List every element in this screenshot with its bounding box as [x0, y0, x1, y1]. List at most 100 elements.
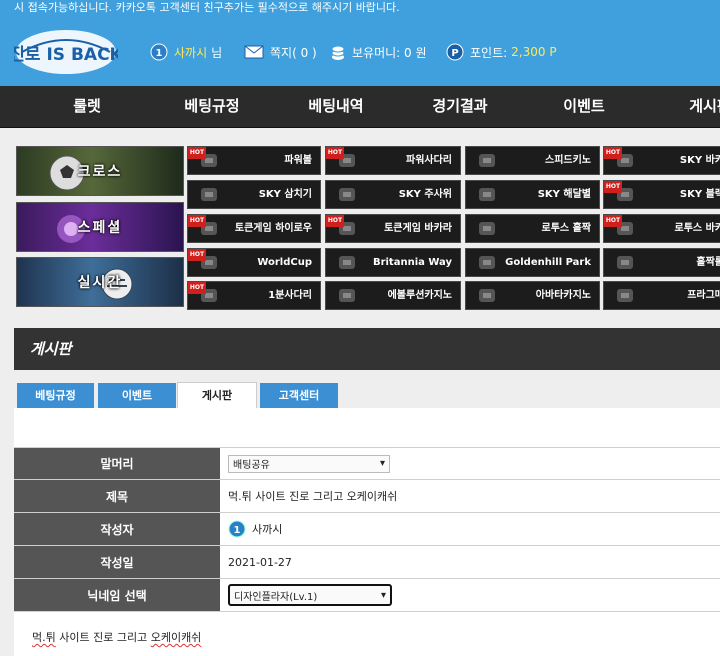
nav-item-roulette[interactable]: 룰렛	[73, 86, 101, 127]
svg-text:1: 1	[234, 525, 241, 536]
game-label: SKY 주사위	[398, 189, 452, 200]
tab-board[interactable]: 게시판	[177, 382, 257, 409]
message-label: 쪽지( 0 )	[270, 45, 317, 60]
game-tile[interactable]: Goldenhill Park	[465, 248, 600, 277]
money-label: 보유머니: 0 원	[352, 45, 427, 60]
sky-icon	[201, 188, 217, 201]
game-label: 에볼루션카지노	[387, 290, 452, 301]
header-select[interactable]: 배팅공유 ▾	[228, 454, 390, 473]
game-label: SKY 바카	[679, 155, 720, 166]
play-icon	[617, 289, 633, 302]
money-info: 보유머니: 0 원	[330, 42, 427, 62]
game-tile[interactable]: HOT 토큰게임 하이로우	[187, 214, 321, 243]
game-tile[interactable]: 아바타카지노	[465, 281, 600, 310]
user-info: 1 사까시 님	[150, 42, 222, 62]
hot-badge: HOT	[188, 147, 206, 159]
hot-badge: HOT	[326, 147, 344, 159]
keno-icon	[479, 154, 495, 167]
form-row-subject: 제목 먹.튀 사이트 진로 그리고 오케이캐쉬	[14, 480, 720, 513]
points-value: 2,300 P	[511, 45, 557, 59]
category-label: 크로스	[77, 164, 123, 180]
game-tile[interactable]: 스피드키노	[465, 146, 600, 175]
category-live[interactable]: 실시간	[16, 257, 184, 307]
game-label: Goldenhill Park	[505, 257, 591, 268]
game-tile[interactable]: 홀짝롤	[603, 248, 720, 277]
evolution-icon	[339, 289, 355, 302]
game-tile[interactable]: HOT 1분사다리	[187, 281, 321, 310]
game-label: 1분사다리	[268, 290, 312, 301]
tab-events[interactable]: 이벤트	[98, 383, 176, 408]
category-special[interactable]: 스페셜	[16, 202, 184, 252]
game-tile[interactable]: SKY 주사위	[325, 180, 461, 209]
form-row-author: 작성자 1 사까시	[14, 513, 720, 546]
level-badge-icon: 1	[228, 520, 246, 538]
game-tile[interactable]: 프라그매	[603, 281, 720, 310]
bet365-icon	[339, 256, 355, 269]
game-tile[interactable]: HOT WorldCup	[187, 248, 321, 277]
date-label: 작성일	[14, 546, 220, 578]
game-tile[interactable]: 로투스 홀짝	[465, 214, 600, 243]
game-tile[interactable]: SKY 해달별	[465, 180, 600, 209]
nav-item-betting-rules[interactable]: 베팅규정	[184, 86, 239, 127]
envelope-icon	[244, 45, 264, 59]
game-label: 토큰게임 하이로우	[234, 223, 312, 234]
game-label: 아바타카지노	[535, 290, 591, 301]
site-header: 시 접속가능하십니다. 카카오톡 고객센터 친구추가는 필수적으로 해주시기 바…	[0, 0, 720, 86]
post-body-text[interactable]: 먹.튀 사이트 진로 그리고 오케이캐쉬	[32, 629, 201, 645]
board-title: 게시판	[30, 340, 72, 358]
lotus-icon	[479, 222, 495, 235]
points-p-icon: P	[446, 43, 464, 61]
game-tile[interactable]: HOT 파워볼	[187, 146, 321, 175]
header-label: 말머리	[14, 448, 220, 479]
tab-betting-rules[interactable]: 베팅규정	[17, 383, 94, 408]
nav-item-betting-history[interactable]: 베팅내역	[308, 86, 363, 127]
game-label: Britannia Way	[372, 257, 452, 268]
game-label: SKY 삼치기	[258, 189, 312, 200]
hot-badge: HOT	[188, 215, 206, 227]
game-tile[interactable]: SKY 삼치기	[187, 180, 321, 209]
game-label: 로투스 바카	[674, 223, 720, 234]
nav-item-results[interactable]: 경기결과	[432, 86, 487, 127]
username[interactable]: 사까시	[174, 44, 207, 61]
game-label: 스피드키노	[545, 155, 591, 166]
hot-badge: HOT	[604, 215, 622, 227]
form-row-header: 말머리 배팅공유 ▾	[14, 447, 720, 480]
nickname-select[interactable]: 디자인플라자(Lv.1) ▾	[228, 584, 392, 606]
message-link[interactable]: 쪽지( 0 )	[244, 42, 317, 62]
site-logo[interactable]: 진로 IS BACK	[9, 22, 124, 78]
game-label: SKY 블랙	[679, 189, 720, 200]
points-label: 포인트:	[470, 45, 508, 60]
notice-ticker: 시 접속가능하십니다. 카카오톡 고객센터 친구추가는 필수적으로 해주시기 바…	[14, 1, 400, 14]
nickname-label: 닉네임 선택	[14, 579, 220, 611]
game-label: 프라그매	[687, 290, 720, 301]
form-row-date: 작성일 2021-01-27	[14, 546, 720, 579]
game-tile[interactable]: HOT SKY 바카	[603, 146, 720, 175]
author-label: 작성자	[14, 513, 220, 545]
game-label: 토큰게임 바카라	[384, 223, 452, 234]
game-label: 홀짝롤	[696, 257, 720, 268]
nickname-select-value: 디자인플라자(Lv.1)	[234, 591, 318, 603]
category-cross[interactable]: 크로스	[16, 146, 184, 196]
game-tile[interactable]: HOT 토큰게임 바카라	[325, 214, 461, 243]
game-tile[interactable]: HOT 파워사다리	[325, 146, 461, 175]
header-select-value: 배팅공유	[233, 460, 270, 471]
game-tile[interactable]: HOT 로투스 바카	[603, 214, 720, 243]
game-label: WorldCup	[257, 257, 312, 268]
game-tile[interactable]: HOT SKY 블랙	[603, 180, 720, 209]
tab-customer-center[interactable]: 고객센터	[260, 383, 338, 408]
avatar-icon	[479, 289, 495, 302]
game-label: 파워볼	[284, 155, 312, 166]
nav-item-board[interactable]: 게시판	[689, 86, 720, 127]
svg-text:진로 IS BACK: 진로 IS BACK	[14, 45, 118, 65]
date-value: 2021-01-27	[228, 555, 292, 569]
form-row-nickname: 닉네임 선택 디자인플라자(Lv.1) ▾	[14, 579, 720, 612]
subject-field[interactable]: 먹.튀 사이트 진로 그리고 오케이캐쉬	[228, 480, 397, 512]
bet365-icon	[479, 256, 495, 269]
hot-badge: HOT	[604, 181, 622, 193]
game-tile[interactable]: 에볼루션카지노	[325, 281, 461, 310]
hot-badge: HOT	[326, 215, 344, 227]
subject-label: 제목	[14, 480, 220, 512]
game-label: SKY 해달별	[537, 189, 591, 200]
nav-item-events[interactable]: 이벤트	[563, 86, 604, 127]
game-tile[interactable]: Britannia Way	[325, 248, 461, 277]
